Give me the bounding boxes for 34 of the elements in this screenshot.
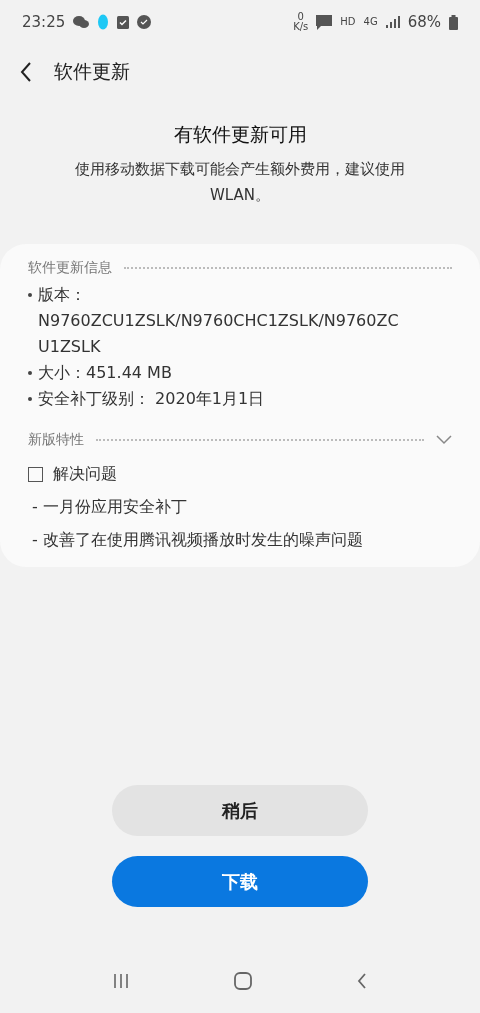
- section-heading: 软件更新信息: [28, 259, 112, 277]
- info-item: 安全补丁级别： 2020年1月1日: [38, 388, 265, 410]
- battery-percent: 68%: [407, 13, 441, 31]
- category-label: 解决问题: [52, 464, 117, 485]
- back-nav-icon[interactable]: [357, 973, 368, 989]
- download-button[interactable]: 下载: [112, 856, 368, 907]
- bullet-icon: [28, 293, 32, 297]
- hd-label: HD: [340, 17, 356, 27]
- feature-item: - 一月份应用安全补丁: [31, 497, 188, 518]
- info-item: 大小：451.44 MB: [38, 362, 172, 384]
- chevron-icon[interactable]: [436, 435, 452, 445]
- back-icon[interactable]: [20, 62, 32, 82]
- chat-icon: [73, 15, 90, 29]
- bullet-icon: [28, 371, 32, 375]
- network-type: 4G: [363, 17, 378, 27]
- signal-icon: [385, 16, 400, 28]
- home-icon[interactable]: [234, 972, 252, 990]
- checkbox-icon: [117, 15, 130, 29]
- info-item: 版本： N9760ZCU1ZSLK/N9760CHC1ZSLK/N9760ZCU1ZSLK: [38, 284, 400, 358]
- data-warning: 使用移动数据下载可能会产生额外费用，建议使用WLAN。: [74, 159, 406, 206]
- speed-unit: K/s: [293, 22, 309, 32]
- later-button[interactable]: 稍后: [112, 785, 368, 836]
- clock-time: 23:25: [22, 13, 66, 31]
- feature-item: - 改善了在使用腾讯视频播放时发生的噪声问题: [31, 530, 364, 551]
- battery-icon: [449, 14, 458, 30]
- checkbox[interactable]: [28, 467, 43, 482]
- speed-value: 0: [297, 12, 304, 22]
- update-title: 有软件更新可用: [173, 122, 307, 147]
- check-circle-icon: [137, 15, 152, 29]
- data-transfer-icon: [316, 14, 333, 30]
- recent-apps-icon[interactable]: [112, 973, 129, 989]
- bullet-icon: [28, 397, 32, 401]
- section-heading: 新版特性: [28, 431, 84, 449]
- page-title: 软件更新: [54, 59, 130, 84]
